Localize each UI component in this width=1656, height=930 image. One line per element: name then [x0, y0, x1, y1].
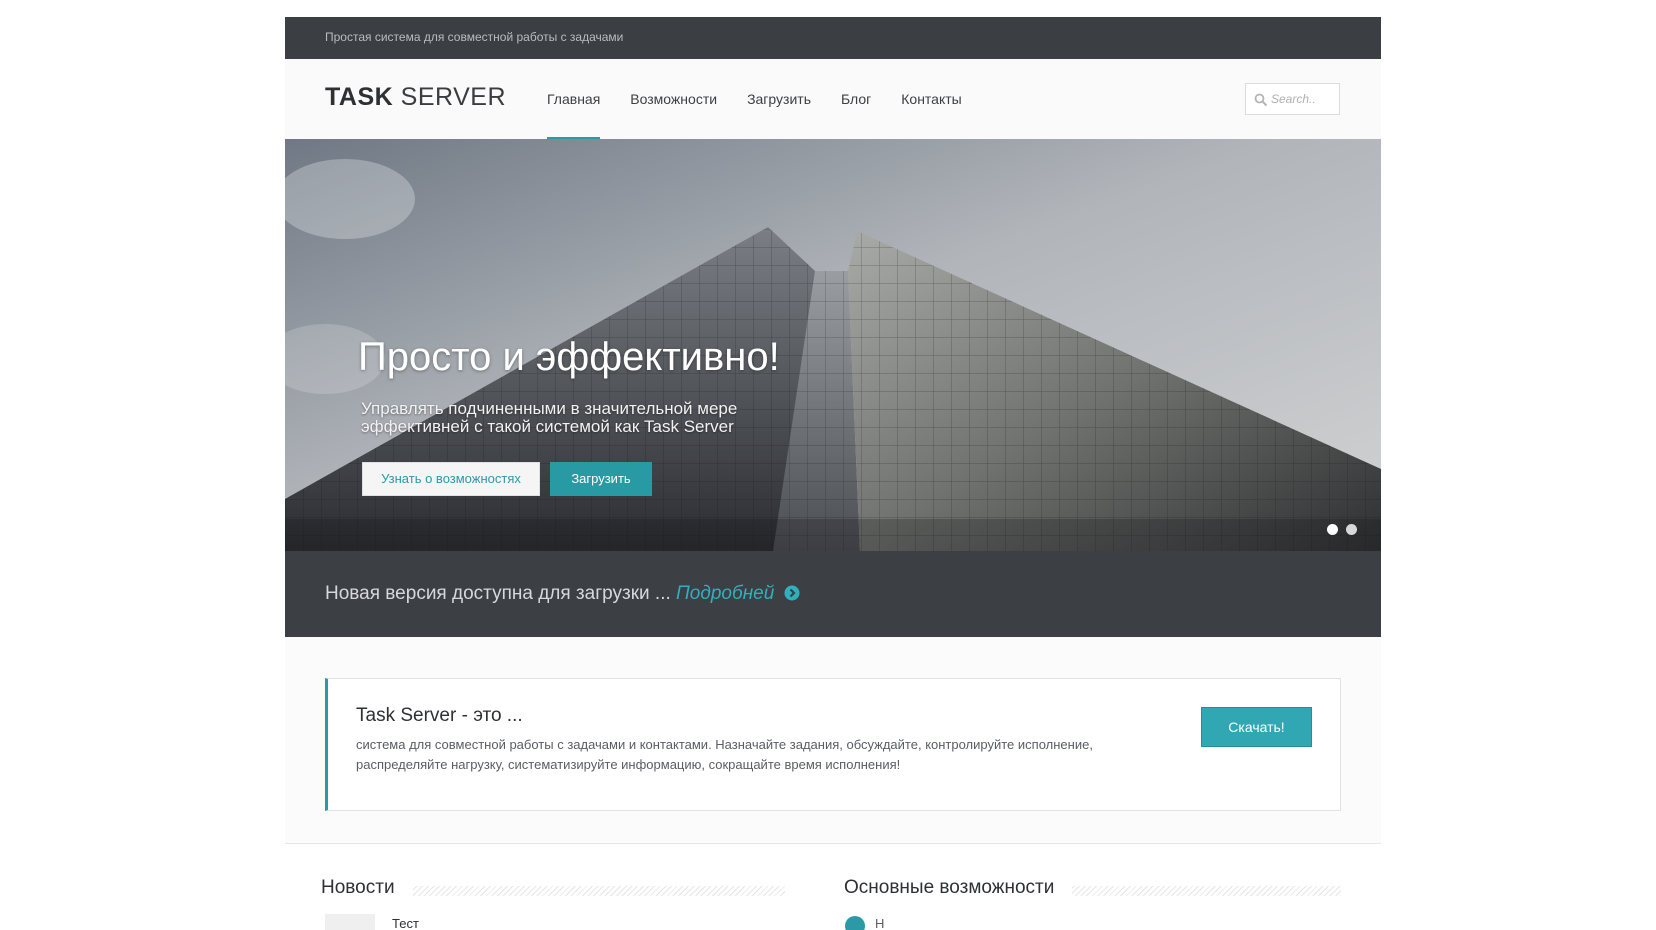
news-title-decoration	[405, 886, 785, 896]
nav-item-contacts[interactable]: Контакты	[886, 59, 976, 139]
nav-item-features[interactable]: Возможности	[615, 59, 732, 139]
hero-slider: Просто и эффективно! Управлять подчиненн…	[285, 139, 1381, 551]
hero-download-button[interactable]: Загрузить	[550, 462, 652, 496]
logo-light-text: SERVER	[400, 83, 507, 111]
search-input[interactable]	[1271, 90, 1335, 108]
notice-text: Новая версия доступна для загрузки ...	[325, 583, 671, 604]
callout-title: Task Server - это ...	[356, 705, 523, 726]
nav-item-blog[interactable]: Блог	[826, 59, 886, 139]
new-version-notice: Новая версия доступна для загрузки ... П…	[285, 551, 1381, 637]
site-tagline: Простая система для совместной работы с …	[325, 30, 624, 44]
slider-dot-1[interactable]	[1327, 524, 1338, 535]
logo-bold-text: TASK	[325, 83, 394, 111]
callout-text: система для совместной работы с задачами…	[356, 737, 1093, 772]
site-logo[interactable]: TASK SERVER	[325, 83, 506, 112]
notice-line: Новая версия доступна для загрузки ... П…	[325, 583, 800, 605]
chevron-circle-right-icon[interactable]	[784, 585, 800, 601]
feature-item-text: Н	[875, 916, 885, 930]
news-thumbnail[interactable]	[325, 914, 375, 930]
search-icon[interactable]	[1254, 93, 1268, 107]
check-circle-icon	[845, 916, 865, 930]
lower-sections: Новости Тест Основные возможности Н	[285, 844, 1381, 930]
features-section-title: Основные возможности	[844, 877, 1073, 899]
news-section-title: Новости	[321, 877, 413, 899]
download-button[interactable]: Скачать!	[1201, 707, 1312, 747]
top-bar: Простая система для совместной работы с …	[285, 17, 1381, 59]
nav-item-download[interactable]: Загрузить	[732, 59, 826, 139]
site-header: TASK SERVER Главная Возможности Загрузит…	[285, 59, 1381, 139]
hero-subtitle: Управлять подчиненными в значительной ме…	[361, 399, 738, 436]
features-title-decoration	[1045, 886, 1341, 896]
search-box	[1245, 83, 1340, 115]
about-callout: Task Server - это ... система для совмес…	[325, 678, 1341, 811]
main-nav: Главная Возможности Загрузить Блог Конта…	[532, 59, 977, 139]
slider-dot-2[interactable]	[1346, 524, 1357, 535]
hero-title: Просто и эффективно!	[358, 335, 780, 379]
page: Простая система для совместной работы с …	[285, 17, 1381, 930]
learn-features-button[interactable]: Узнать о возможностях	[362, 462, 540, 496]
notice-more-link[interactable]: Подробней	[676, 583, 774, 604]
news-item-title[interactable]: Тест	[392, 916, 419, 930]
nav-item-home[interactable]: Главная	[532, 59, 615, 139]
